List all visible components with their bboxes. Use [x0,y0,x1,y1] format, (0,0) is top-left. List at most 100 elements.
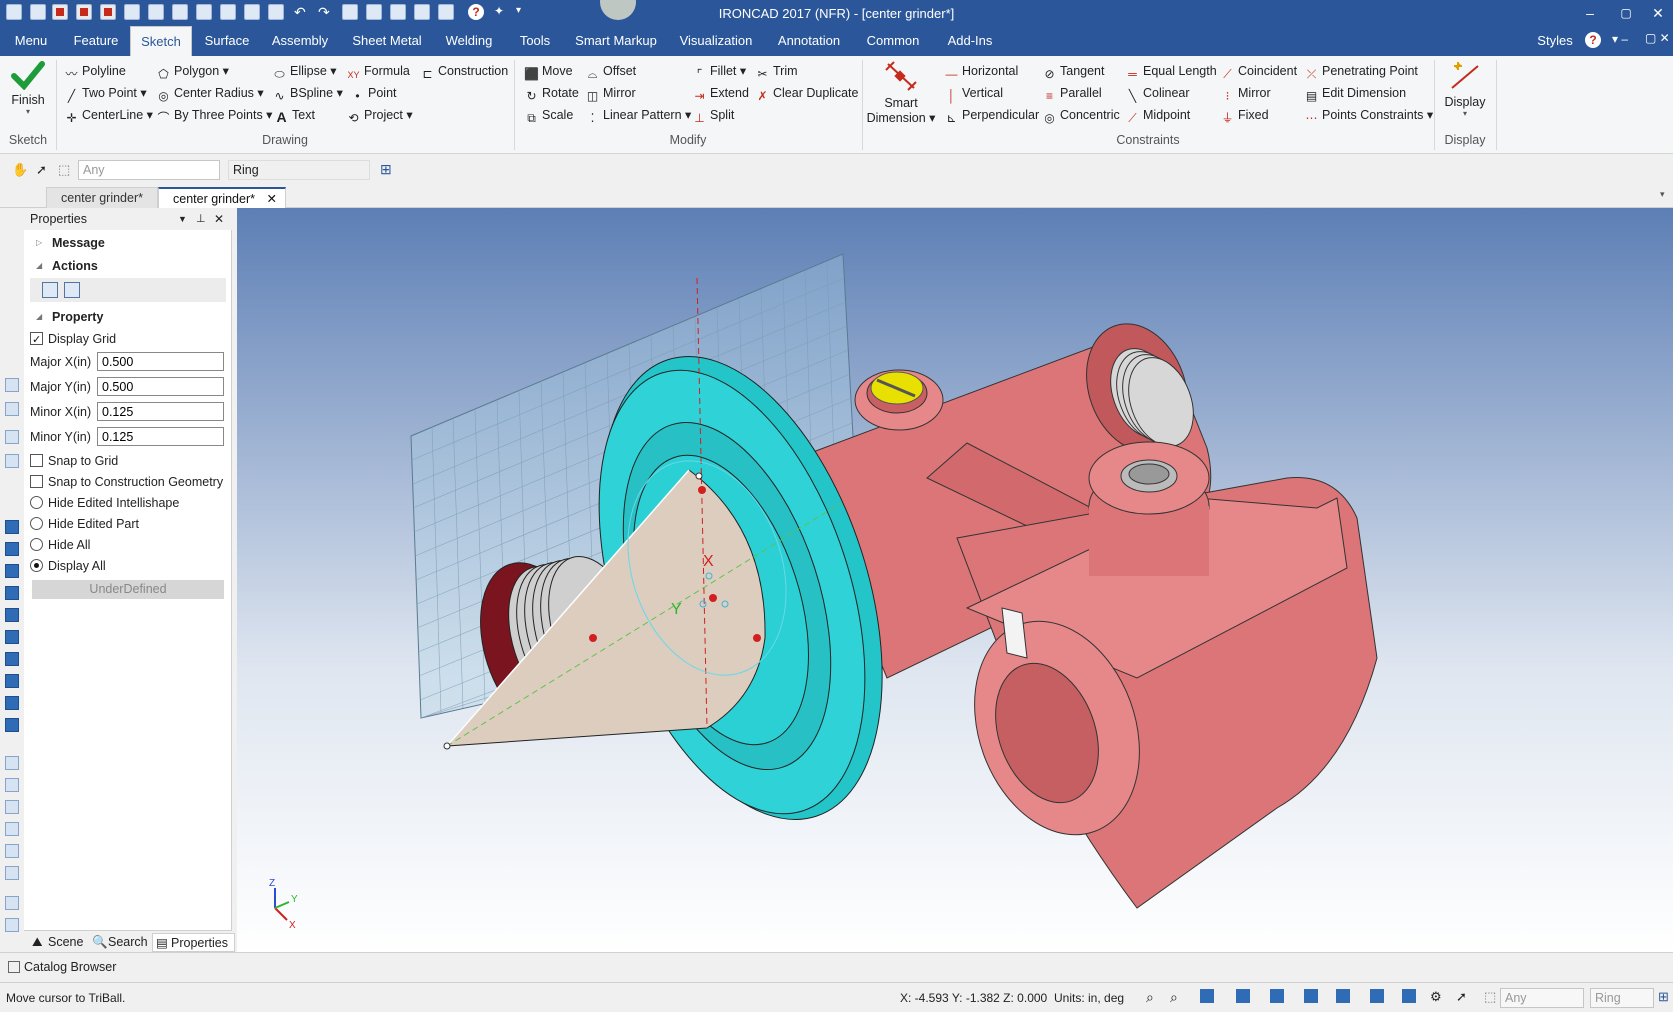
panel-dropdown-icon[interactable]: ▼ [178,208,187,230]
mirror-button[interactable]: ◫ Mirror [585,83,636,103]
fillet-button[interactable]: ⌜ Fillet ▾ [692,61,746,81]
mirror-constraint-button[interactable]: ⁝ Mirror [1220,83,1271,103]
view-icon[interactable] [5,454,19,468]
radio-selected[interactable] [30,559,43,572]
hierarchy-icon[interactable]: ⊞ [380,161,396,177]
view-back-icon[interactable] [5,542,19,556]
tab-sheet-metal[interactable]: Sheet Metal [346,26,428,56]
filter-select[interactable]: Any [78,160,220,180]
zoom-window-icon[interactable]: ⌕ [1170,989,1178,1006]
section-property[interactable]: ◢ Property [24,306,232,328]
view-icon[interactable] [5,378,19,392]
checkbox-unchecked[interactable] [30,475,43,488]
tab-tools[interactable]: Tools [510,26,560,56]
scale-button[interactable]: ⧉ Scale [524,105,573,125]
tangent-button[interactable]: ⊘ Tangent [1042,61,1104,81]
move-button[interactable]: ⬛ Move [524,61,573,81]
tab-welding[interactable]: Welding [436,26,502,56]
polyline-button[interactable]: 〰 Polyline [64,61,125,81]
display-button[interactable]: Display ▾ [1440,60,1490,130]
tabs-dropdown-icon[interactable]: ▾ [1660,189,1665,200]
zoom-icon[interactable]: ⌕ [1146,989,1154,1006]
view-icon[interactable] [5,402,19,416]
select-mode-icon[interactable]: ✋ [12,162,28,178]
bspline-button[interactable]: ∿ BSpline ▾ [272,83,342,103]
linear-pattern-button[interactable]: ⁚ Linear Pattern ▾ [585,105,692,125]
hide-part-radio[interactable]: Hide Edited Part [30,514,139,534]
perpendicular-button[interactable]: ⊾ Perpendicular [944,105,1039,125]
vertical-button[interactable]: │ Vertical [944,83,1003,103]
3d-viewport[interactable]: X Y Z X Y [237,208,1673,952]
section-actions[interactable]: ◢ Actions [24,255,232,277]
section-icon[interactable] [1402,989,1416,1003]
close-panel-icon[interactable]: ✕ [214,208,224,230]
tab-sketch[interactable]: Sketch [130,26,192,56]
doc-window-icons[interactable]: ▢ ✕ [1645,31,1670,45]
trim-button[interactable]: ✂ Trim [755,61,797,81]
restore-button[interactable]: ▢ [1611,3,1641,23]
formula-button[interactable]: XY Formula [346,61,409,81]
view-top-icon[interactable] [5,608,19,622]
render-mode-icon[interactable] [1336,989,1350,1003]
help-icon[interactable]: ? [1585,32,1601,48]
minor-x-field[interactable] [97,402,224,421]
project-button[interactable]: ⟲ Project ▾ [346,105,412,125]
close-button[interactable]: ✕ [1643,3,1673,23]
display-grid-checkbox[interactable]: Display Grid [30,329,116,350]
major-x-field[interactable] [97,352,224,371]
checkbox-checked[interactable] [30,330,43,350]
angle-icon[interactable] [5,822,19,836]
construction-button[interactable]: ⊏ Construction [420,61,508,81]
tab-search[interactable]: 🔍 Search [90,933,148,952]
midpoint-button[interactable]: ⟋ Midpoint [1125,105,1190,125]
new-action-icon[interactable] [64,282,80,298]
pin-icon[interactable]: ⊥ [196,208,206,230]
finish-button[interactable]: Finish ▾ [8,60,48,128]
rotate-button[interactable]: ↻ Rotate [524,83,578,103]
center-radius-button[interactable]: ◎ Center Radius ▾ [156,83,263,103]
view-icon[interactable] [5,430,19,444]
view-front-icon[interactable] [5,520,19,534]
section-message[interactable]: ▷ Message [24,232,232,254]
minimize-button[interactable]: – [1575,3,1605,23]
ellipse-button[interactable]: ⬭ Ellipse ▾ [272,61,336,81]
doc-tab[interactable]: center grinder* [46,187,158,208]
box-select-icon[interactable]: ⬚ [1484,989,1496,1005]
display-mode-icon[interactable] [1370,989,1384,1003]
pointer-icon[interactable]: ➚ [1456,989,1467,1005]
snap-to-grid-checkbox[interactable]: Snap to Grid [30,451,118,471]
measure-icon[interactable] [5,756,19,770]
offset-button[interactable]: ⌓ Offset [585,61,636,81]
view-cube-icon[interactable] [1200,989,1214,1003]
tools-icon[interactable]: ⚙ [1430,989,1442,1005]
tab-add-ins[interactable]: Add-Ins [938,26,1002,56]
status-filter-select[interactable]: Any [1500,988,1584,1008]
display-all-radio[interactable]: Display All [30,556,106,576]
point-button[interactable]: • Point [350,83,396,103]
horizontal-button[interactable]: — Horizontal [944,61,1019,81]
text-button[interactable]: A Text [274,105,315,125]
colinear-button[interactable]: ╲ Colinear [1125,83,1190,103]
by-three-points-button[interactable]: ⌒ By Three Points ▾ [156,105,272,125]
radio-unselected[interactable] [30,517,43,530]
view-bottom-icon[interactable] [5,630,19,644]
minor-y-field[interactable] [97,427,224,446]
status-mode-select[interactable]: Ring [1590,988,1654,1008]
clear-duplicate-button[interactable]: ✗ Clear Duplicate [755,83,858,103]
coincident-button[interactable]: ⟋ Coincident [1220,61,1297,81]
tab-annotation[interactable]: Annotation [768,26,850,56]
extend-button[interactable]: ⇥ Extend [692,83,748,103]
catalog-browser-tab[interactable]: Catalog Browser [8,960,116,974]
spin-icon[interactable] [5,866,19,880]
hide-all-radio[interactable]: Hide All [30,535,90,555]
tab-common[interactable]: Common [860,26,926,56]
points-constraints-button[interactable]: ⋯ Points Constraints ▾ [1304,105,1434,125]
edit-action-icon[interactable] [42,282,58,298]
pencil-icon[interactable] [5,918,19,932]
fixed-button[interactable]: ⏚ Fixed [1220,105,1268,125]
tab-smart-markup[interactable]: Smart Markup [568,26,664,56]
major-y-field[interactable] [97,377,224,396]
tab-assembly[interactable]: Assembly [264,26,336,56]
close-tab-icon[interactable]: ✕ [267,189,277,209]
view-left-icon[interactable] [5,564,19,578]
